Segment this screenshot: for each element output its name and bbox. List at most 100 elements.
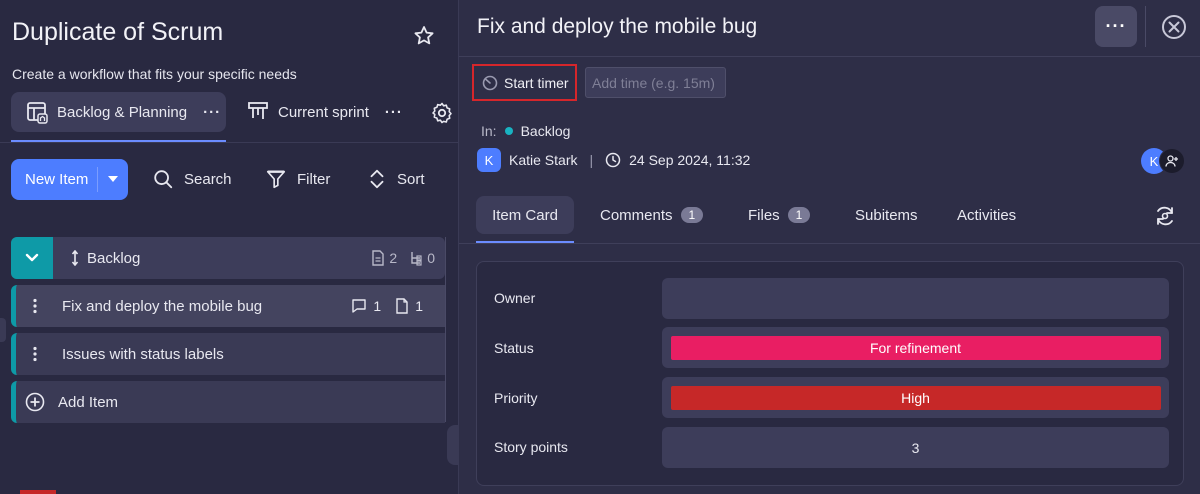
story-points-field[interactable]: 3 — [662, 427, 1169, 468]
kanban-icon — [246, 100, 270, 124]
refresh-icon[interactable] — [1153, 204, 1177, 228]
story-points-label: Story points — [494, 439, 568, 455]
status-label: Status — [494, 340, 534, 356]
tab-label: Activities — [957, 206, 1017, 224]
tab-subitems[interactable]: Subitems — [855, 196, 918, 234]
created-date: 24 Sep 2024, 11:32 — [629, 152, 751, 168]
divider — [1145, 6, 1146, 47]
group-color-dot — [504, 127, 513, 135]
sort-icon — [367, 168, 387, 190]
tab-badge: 1 — [680, 207, 704, 223]
location-row: In: Backlog — [481, 123, 570, 139]
add-circle-icon — [16, 392, 54, 412]
drag-handle-icon[interactable] — [71, 250, 79, 266]
board-title: Duplicate of Scrum — [12, 18, 224, 46]
add-time-input[interactable] — [585, 67, 726, 98]
tab-files[interactable]: Files 1 — [748, 196, 811, 234]
filter-button[interactable]: Filter — [265, 168, 330, 190]
filter-icon — [265, 168, 287, 190]
new-item-label: New Item — [25, 171, 89, 188]
timer-icon — [482, 75, 498, 91]
search-button[interactable]: Search — [152, 168, 232, 190]
board-panel: Duplicate of Scrum Create a workflow tha… — [0, 0, 458, 494]
add-item-label: Add Item — [58, 393, 119, 411]
filter-label: Filter — [297, 170, 331, 188]
tab-activities[interactable]: Activities — [957, 196, 1016, 234]
document-icon — [372, 250, 385, 266]
search-icon — [152, 168, 174, 190]
add-item-row[interactable]: Add Item — [11, 381, 445, 423]
sort-button[interactable]: Sort — [367, 168, 425, 190]
status-field[interactable]: For refinement — [662, 327, 1169, 368]
new-item-button[interactable]: New Item — [11, 159, 128, 200]
group-name: Backlog — [87, 249, 141, 267]
kebab-menu-icon[interactable] — [16, 298, 54, 314]
view-tab-label: Current sprint — [278, 103, 369, 121]
owner-label: Owner — [494, 290, 536, 306]
close-icon[interactable] — [1161, 14, 1187, 40]
kebab-menu-icon[interactable] — [16, 346, 54, 362]
board-subtitle: Create a workflow that fits your specifi… — [12, 66, 297, 82]
avatar: K — [477, 148, 501, 172]
clock-icon — [605, 152, 621, 168]
story-points-value: 3 — [911, 439, 920, 456]
tab-comments[interactable]: Comments 1 — [600, 196, 704, 234]
file-icon — [396, 298, 408, 314]
group-header-backlog[interactable]: Backlog 2 0 — [11, 237, 445, 279]
item-label: Issues with status labels — [62, 345, 224, 363]
author-row: K Katie Stark | 24 Sep 2024, 11:32 — [477, 148, 750, 172]
location-group[interactable]: Backlog — [521, 123, 571, 139]
priority-field[interactable]: High — [662, 377, 1169, 418]
author-name: Katie Stark — [509, 152, 578, 168]
tab-badge: 1 — [787, 207, 811, 223]
divider — [459, 243, 1200, 244]
start-timer-label: Start timer — [504, 74, 569, 91]
horizontal-scroll-handle[interactable] — [447, 425, 458, 465]
divider: | — [589, 152, 594, 168]
group-doc-count: 2 — [389, 250, 398, 266]
item-file-count: 1 — [415, 298, 423, 314]
chevron-down-icon[interactable] — [108, 176, 118, 182]
item-label: Fix and deploy the mobile bug — [62, 297, 263, 315]
list-item[interactable]: Fix and deploy the mobile bug 1 1 — [11, 285, 445, 327]
list-item[interactable]: Issues with status labels — [11, 333, 445, 375]
tab-label: Comments — [600, 206, 673, 224]
comment-icon — [352, 299, 367, 313]
more-options-button[interactable]: ··· — [1095, 6, 1137, 47]
search-label: Search — [184, 170, 232, 188]
resize-handle[interactable] — [0, 318, 6, 342]
view-tab-label: Backlog & Planning — [57, 103, 188, 121]
assignees[interactable]: K — [1141, 148, 1185, 174]
start-timer-button[interactable]: Start timer — [472, 64, 577, 101]
in-label: In: — [481, 123, 497, 139]
view-tab-current-sprint[interactable]: Current sprint ··· — [246, 92, 403, 132]
subitems-icon — [411, 252, 422, 266]
priority-label: Priority — [494, 390, 538, 406]
group-subitem-count: 0 — [427, 250, 435, 266]
divider — [445, 237, 446, 422]
tab-label: Files — [748, 206, 780, 224]
view-more-button[interactable]: ··· — [385, 104, 403, 121]
divider — [459, 56, 1200, 57]
collapse-group-button[interactable] — [11, 237, 53, 279]
next-group-indicator — [20, 490, 56, 494]
tab-item-card[interactable]: Item Card — [476, 196, 574, 234]
view-more-button[interactable]: ··· — [203, 104, 221, 121]
card-title[interactable]: Fix and deploy the mobile bug — [477, 15, 757, 39]
tab-label: Item Card — [492, 206, 558, 224]
status-pill[interactable]: For refinement — [670, 335, 1161, 360]
add-person-icon[interactable] — [1159, 148, 1185, 174]
view-tab-backlog-planning[interactable]: Backlog & Planning ··· — [11, 92, 226, 132]
favorite-star-icon[interactable] — [412, 24, 436, 48]
owner-field[interactable] — [662, 278, 1169, 319]
divider — [97, 167, 98, 192]
tab-label: Subitems — [855, 206, 918, 224]
gear-icon[interactable] — [430, 101, 454, 125]
item-card-panel: Fix and deploy the mobile bug ··· Start … — [458, 0, 1200, 494]
item-comment-count: 1 — [373, 298, 382, 314]
sort-label: Sort — [397, 170, 425, 188]
divider — [0, 142, 458, 143]
priority-pill[interactable]: High — [670, 385, 1161, 410]
chevron-down-icon — [25, 253, 39, 262]
table-view-icon — [25, 100, 49, 124]
